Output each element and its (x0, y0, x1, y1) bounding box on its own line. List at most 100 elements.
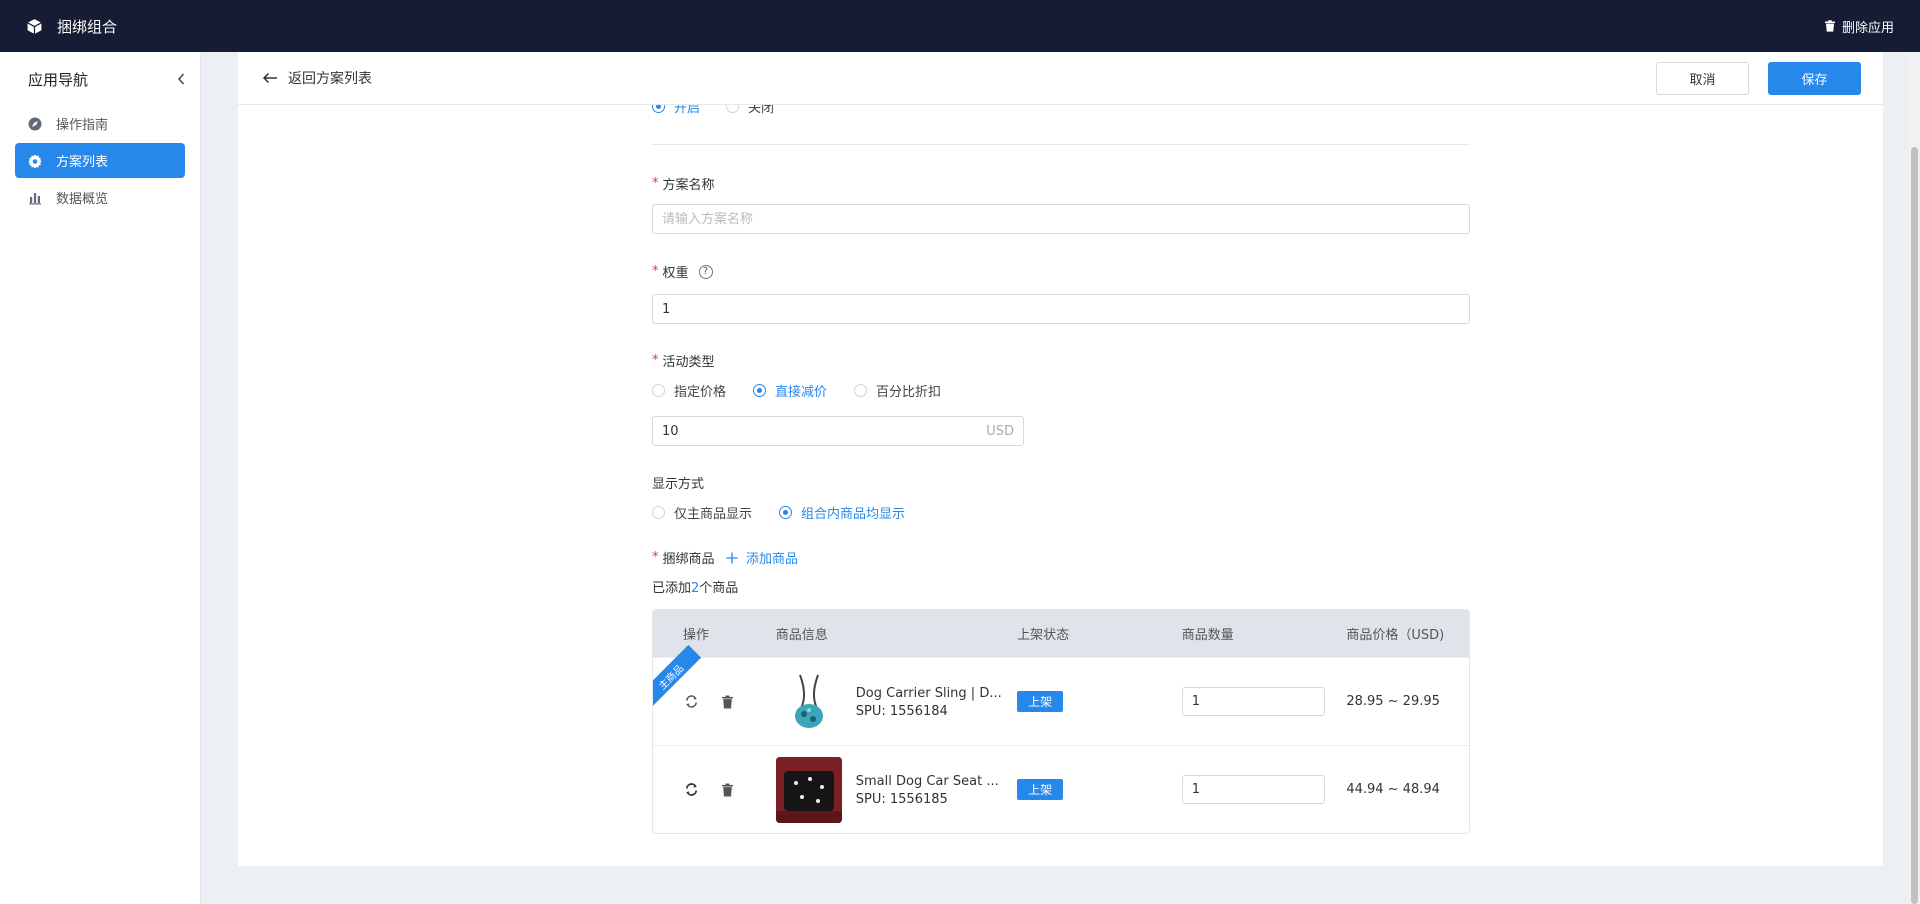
delete-app-label: 删除应用 (1841, 20, 1894, 36)
sidebar-item-data-overview[interactable]: 数据概览 (15, 180, 185, 215)
required-mark: * (652, 264, 659, 279)
activity-type-radio-group: 指定价格 直接减价 百分比折扣 (652, 381, 941, 400)
swap-product-icon[interactable] (683, 694, 699, 710)
required-mark: * (652, 353, 659, 368)
status-badge: 上架 (1017, 691, 1064, 712)
sidebar-item-label: 方案列表 (56, 155, 109, 170)
row-actions (653, 694, 776, 710)
header-actions: 操作 (683, 628, 710, 643)
delete-row-icon[interactable] (719, 694, 735, 710)
radio-dot (652, 384, 665, 397)
sidebar-item-label: 操作指南 (56, 118, 109, 133)
plan-name-input[interactable] (652, 204, 1470, 234)
added-count-text: 已添加2个商品 (652, 577, 738, 596)
back-label: 返回方案列表 (288, 71, 372, 87)
weight-input[interactable]: 1 (652, 294, 1470, 324)
add-product-button[interactable]: 添加商品 (726, 548, 798, 567)
quantity-value: 1 (1191, 782, 1201, 797)
bundle-products-label-text: 捆绑商品 (662, 552, 715, 567)
product-info: Dog Carrier Sling | D... SPU: 1556184 (775, 668, 1017, 735)
display-all-items-radio[interactable]: 组合内商品均显示 (779, 503, 905, 522)
top-bar: 捆绑组合 删除应用 (0, 0, 1920, 52)
help-icon[interactable]: ? (698, 264, 713, 279)
header-price: 商品价格（USD) (1346, 628, 1445, 643)
sidebar-item-label: 数据概览 (56, 192, 109, 207)
product-thumbnail (775, 668, 842, 735)
section-divider (652, 144, 1470, 145)
table-row: Small Dog Car Seat ... SPU: 1556185 上架 1… (653, 745, 1469, 833)
save-button[interactable]: 保存 (1768, 62, 1861, 95)
sidebar-title: 应用导航 (28, 70, 89, 89)
header-quantity: 商品数量 (1181, 628, 1234, 643)
plan-name-label-text: 方案名称 (662, 178, 715, 193)
radio-dot (779, 506, 793, 519)
chevron-left-icon[interactable] (176, 72, 186, 86)
required-mark: * (652, 550, 659, 565)
quantity-input[interactable]: 1 (1181, 687, 1325, 716)
added-prefix: 已添加 (652, 581, 692, 596)
sidebar-item-guide[interactable]: 操作指南 (15, 106, 185, 141)
card-header: 返回方案列表 取消 保存 (238, 52, 1883, 105)
activity-direct-discount-radio[interactable]: 直接减价 (753, 381, 827, 400)
option-label: 百分比折扣 (876, 385, 942, 400)
product-name: Dog Carrier Sling | D... (855, 686, 1002, 701)
row-actions (653, 782, 776, 798)
cancel-button[interactable]: 取消 (1656, 62, 1749, 95)
price-cell: 44.94 ~ 48.94 (1346, 782, 1440, 797)
app-title: 捆绑组合 (57, 17, 118, 36)
product-spu: SPU: 1556185 (855, 792, 948, 807)
product-name: Small Dog Car Seat ... (855, 774, 999, 789)
quantity-cell: 1 (1181, 687, 1347, 716)
display-mode-label: 显示方式 (652, 473, 704, 492)
radio-dot (854, 384, 868, 397)
activity-fixed-price-radio[interactable]: 指定价格 (652, 381, 726, 400)
delete-row-icon[interactable] (719, 782, 735, 798)
sidebar-item-plan-list[interactable]: 方案列表 (15, 143, 185, 178)
back-to-plan-list-link[interactable]: 返回方案列表 (262, 68, 372, 88)
price-cell: 28.95 ~ 29.95 (1346, 694, 1440, 709)
product-spu: SPU: 1556184 (855, 704, 948, 719)
weight-value: 1 (662, 301, 671, 317)
quantity-input[interactable]: 1 (1181, 775, 1325, 804)
add-product-label: 添加商品 (746, 552, 799, 567)
header-product-info: 商品信息 (775, 628, 828, 643)
sidebar: 应用导航 操作指南 方案列表 数据概览 (0, 52, 201, 904)
option-label: 组合内商品均显示 (801, 507, 906, 522)
option-label: 指定价格 (674, 385, 727, 400)
status-badge: 上架 (1017, 779, 1064, 800)
product-text: Dog Carrier Sling | D... SPU: 1556184 (856, 684, 1006, 719)
activity-type-label: * 活动类型 (652, 351, 715, 370)
listing-status-cell: 上架 (1017, 691, 1182, 712)
plan-name-label: * 方案名称 (652, 174, 715, 193)
plus-icon (726, 552, 738, 563)
trash-icon (1824, 20, 1835, 32)
table-header: 操作 商品信息 上架状态 商品数量 商品价格（USD) (653, 610, 1469, 657)
activity-type-label-text: 活动类型 (662, 355, 715, 370)
bundle-products-label: * 捆绑商品 (652, 548, 715, 567)
product-info: Small Dog Car Seat ... SPU: 1556185 (775, 756, 1017, 823)
delete-app-button[interactable]: 删除应用 (1824, 17, 1894, 36)
product-thumbnail (775, 756, 842, 823)
cube-icon (27, 18, 42, 34)
main-card: 返回方案列表 取消 保存 开启 关闭 * 方案名称 * 权重 ? (238, 52, 1883, 866)
header-listing-status: 上架状态 (1017, 628, 1070, 643)
discount-amount-value: 10 (662, 423, 679, 439)
bundle-product-table: 操作 商品信息 上架状态 商品数量 商品价格（USD) 主商品 Dog Carr… (652, 609, 1470, 834)
display-mode-label-text: 显示方式 (652, 477, 705, 492)
discount-amount-input[interactable]: 10 USD (652, 416, 1024, 446)
swap-product-icon[interactable] (683, 782, 699, 798)
sidebar-header: 应用导航 (0, 52, 200, 106)
scrollbar-thumb[interactable] (1911, 147, 1918, 904)
weight-label-text: 权重 (662, 266, 689, 281)
currency-suffix: USD (986, 423, 1014, 439)
activity-percent-discount-radio[interactable]: 百分比折扣 (854, 381, 941, 400)
quantity-cell: 1 (1181, 775, 1347, 804)
app-brand: 捆绑组合 (26, 16, 117, 37)
display-mode-radio-group: 仅主商品显示 组合内商品均显示 (652, 503, 905, 522)
bar-chart-icon (29, 192, 41, 204)
display-main-only-radio[interactable]: 仅主商品显示 (652, 503, 752, 522)
navigation-icon (28, 117, 42, 130)
radio-dot (652, 506, 665, 519)
product-text: Small Dog Car Seat ... SPU: 1556185 (856, 772, 1006, 807)
weight-label: * 权重 ? (652, 262, 713, 281)
